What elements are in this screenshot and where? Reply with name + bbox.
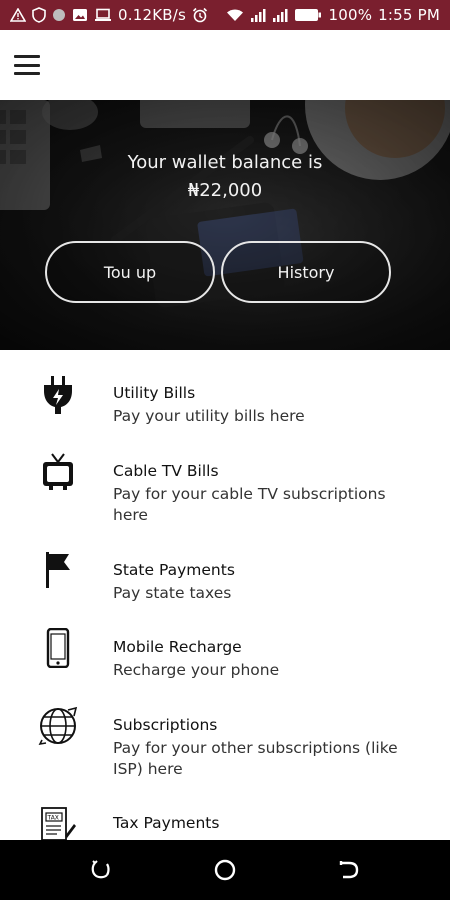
desk-background-image bbox=[0, 100, 450, 350]
list-item-tax-payments[interactable]: TAX Tax Payments bbox=[0, 800, 450, 840]
mobile-phone-icon bbox=[36, 626, 80, 670]
status-right: 100% 1:55 PM bbox=[226, 6, 440, 24]
wifi-icon bbox=[226, 8, 244, 22]
item-subtitle: Pay your utility bills here bbox=[113, 407, 305, 425]
item-subtitle: Pay for your other subscriptions (like I… bbox=[113, 739, 398, 778]
wallet-balance-label: Your wallet balance is bbox=[127, 152, 323, 173]
status-bar: 0.12KB/s 100% 1:55 PM bbox=[0, 0, 450, 30]
home-icon[interactable] bbox=[213, 858, 237, 882]
item-title: Subscriptions bbox=[113, 716, 218, 734]
system-nav-bar bbox=[0, 840, 450, 900]
power-plug-icon bbox=[36, 373, 80, 417]
network-speed: 0.12KB/s bbox=[118, 6, 186, 24]
dot-icon bbox=[52, 8, 66, 22]
shield-icon bbox=[32, 7, 46, 23]
item-title: Cable TV Bills bbox=[113, 462, 219, 480]
list-item-mobile-recharge[interactable]: Mobile Recharge Recharge your phone bbox=[0, 624, 450, 694]
tv-icon bbox=[36, 450, 80, 494]
recent-apps-icon[interactable] bbox=[89, 858, 113, 882]
app-bar bbox=[0, 30, 450, 100]
battery-level: 100% bbox=[328, 6, 373, 24]
list-item-state-payments[interactable]: State Payments Pay state taxes bbox=[0, 547, 450, 617]
item-subtitle: Pay state taxes bbox=[113, 584, 232, 602]
signal-icon-2 bbox=[272, 8, 288, 22]
hamburger-menu-icon[interactable] bbox=[14, 55, 40, 75]
alarm-icon bbox=[192, 7, 208, 23]
list-item-subscriptions[interactable]: Subscriptions Pay for your other subscri… bbox=[0, 702, 450, 792]
item-title: Tax Payments bbox=[113, 814, 220, 832]
laptop-icon bbox=[94, 8, 112, 22]
svg-text:TAX: TAX bbox=[47, 815, 59, 822]
flag-icon bbox=[36, 548, 80, 592]
history-button[interactable]: History bbox=[221, 241, 391, 303]
top-up-button[interactable]: Tou up bbox=[45, 241, 215, 303]
item-subtitle: Pay for your cable TV subscriptions here bbox=[113, 485, 386, 524]
wallet-balance-amount: ₦22,000 bbox=[187, 180, 263, 201]
services-list: Utility Bills Pay your utility bills her… bbox=[0, 350, 450, 840]
warning-icon bbox=[10, 8, 26, 22]
item-title: Utility Bills bbox=[113, 384, 196, 402]
item-title: Mobile Recharge bbox=[113, 638, 242, 656]
status-left: 0.12KB/s bbox=[10, 6, 208, 24]
tax-document-icon: TAX bbox=[36, 804, 80, 840]
battery-icon bbox=[294, 8, 322, 22]
item-subtitle: Recharge your phone bbox=[113, 661, 280, 679]
list-item-utility-bills[interactable]: Utility Bills Pay your utility bills her… bbox=[0, 370, 450, 440]
image-icon bbox=[72, 8, 88, 22]
back-icon[interactable] bbox=[337, 858, 361, 882]
list-item-cable-tv-bills[interactable]: Cable TV Bills Pay for your cable TV sub… bbox=[0, 448, 450, 536]
item-title: State Payments bbox=[113, 561, 235, 579]
signal-icon bbox=[250, 8, 266, 22]
wallet-hero: Your wallet balance is ₦22,000 Tou up Hi… bbox=[0, 100, 450, 350]
clock: 1:55 PM bbox=[378, 6, 440, 24]
globe-icon bbox=[36, 704, 80, 748]
